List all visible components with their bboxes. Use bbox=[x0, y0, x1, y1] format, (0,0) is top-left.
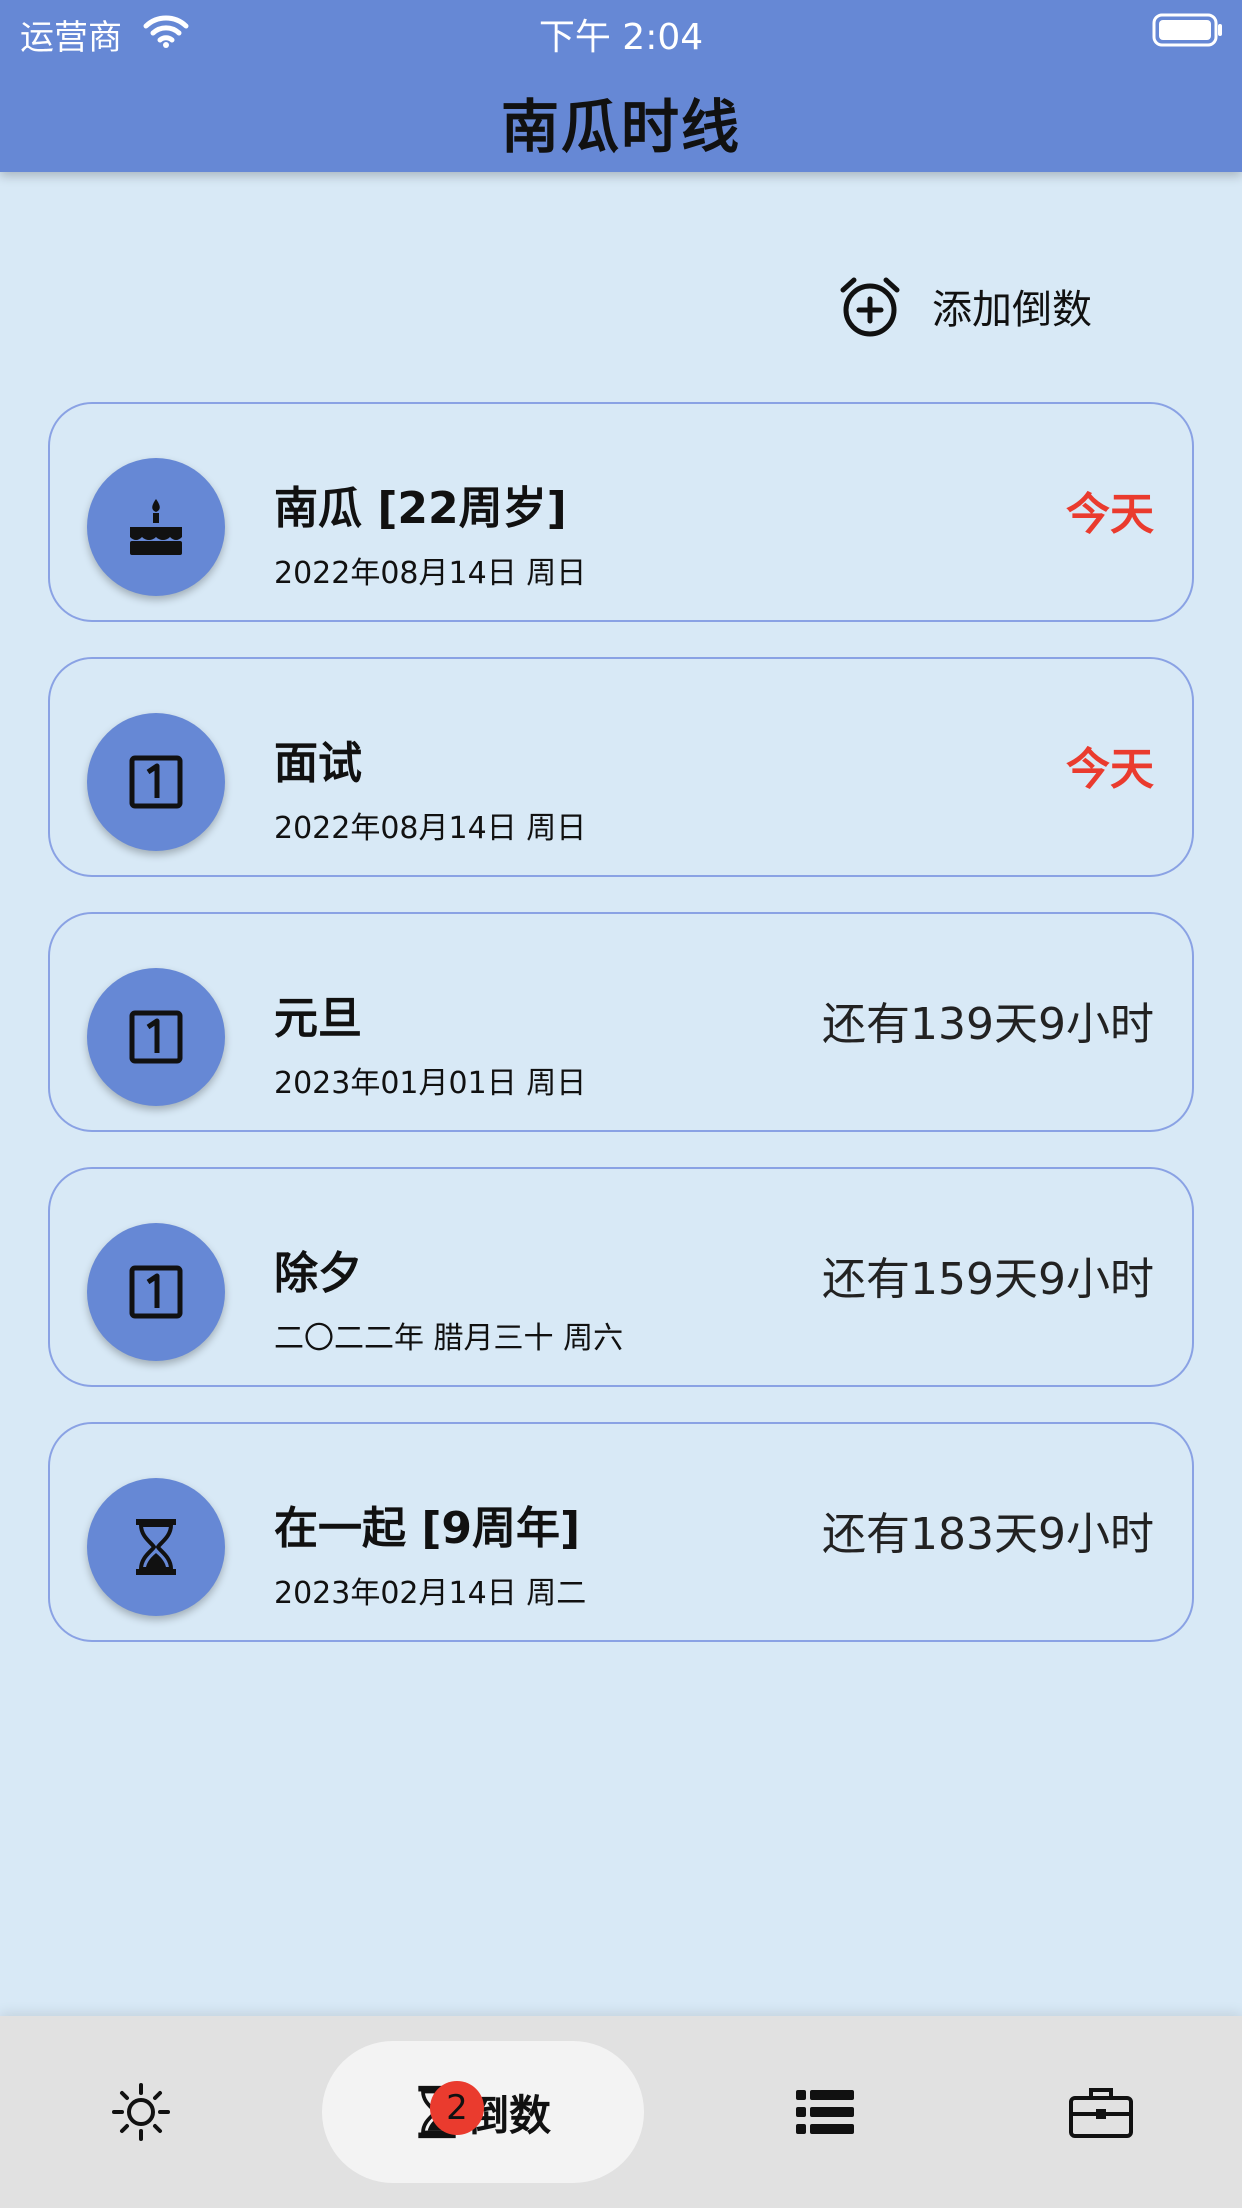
event-title: 南瓜 [22周岁] bbox=[274, 483, 567, 534]
calendar-one-icon bbox=[129, 755, 183, 809]
event-title: 元旦 bbox=[274, 993, 362, 1044]
event-avatar bbox=[87, 1478, 225, 1616]
event-avatar bbox=[87, 713, 225, 851]
event-card[interactable]: 面试 2022年08月14日 周日 今天 bbox=[48, 657, 1194, 877]
event-title: 在一起 [9周年] bbox=[274, 1503, 581, 1554]
event-date: 2023年02月14日 周二 bbox=[274, 1576, 587, 1611]
event-card[interactable]: 南瓜 [22周岁] 2022年08月14日 周日 今天 bbox=[48, 402, 1194, 622]
event-avatar bbox=[87, 1223, 225, 1361]
event-status: 还有139天9小时 bbox=[822, 999, 1154, 1050]
tab-sun[interactable] bbox=[40, 2041, 242, 2183]
bottom-tab-bar: 倒数 2 bbox=[0, 2016, 1242, 2208]
battery-icon bbox=[1152, 13, 1222, 47]
event-status: 还有159天9小时 bbox=[822, 1254, 1154, 1305]
event-card[interactable]: 除夕 二〇二二年 腊月三十 周六 还有159天9小时 bbox=[48, 1167, 1194, 1387]
event-status: 还有183天9小时 bbox=[822, 1509, 1154, 1560]
cake-icon bbox=[130, 499, 182, 555]
event-title: 面试 bbox=[274, 738, 362, 789]
calendar-one-icon bbox=[129, 1265, 183, 1319]
event-avatar bbox=[87, 458, 225, 596]
app-header: 运营商 下午 2:04 南瓜时线 bbox=[0, 0, 1242, 172]
alarm-add-icon bbox=[840, 277, 900, 337]
event-avatar bbox=[87, 968, 225, 1106]
add-countdown-label: 添加倒数 bbox=[932, 287, 1092, 333]
list-icon bbox=[796, 2090, 854, 2134]
event-status: 今天 bbox=[1066, 744, 1154, 795]
event-card[interactable]: 在一起 [9周年] 2023年02月14日 周二 还有183天9小时 bbox=[48, 1422, 1194, 1642]
tab-countdown[interactable]: 倒数 2 bbox=[322, 2041, 644, 2183]
hourglass-icon bbox=[136, 1519, 176, 1575]
event-card[interactable]: 元旦 2023年01月01日 周日 还有139天9小时 bbox=[48, 912, 1194, 1132]
event-date: 2022年08月14日 周日 bbox=[274, 811, 587, 846]
status-bar: 运营商 下午 2:04 bbox=[0, 0, 1242, 60]
event-date: 2023年01月01日 周日 bbox=[274, 1066, 587, 1101]
tab-tools[interactable] bbox=[1000, 2041, 1202, 2183]
add-countdown-button[interactable]: 添加倒数 bbox=[838, 270, 1092, 342]
event-status: 今天 bbox=[1066, 489, 1154, 540]
tab-list[interactable] bbox=[724, 2041, 926, 2183]
status-time: 下午 2:04 bbox=[538, 17, 704, 58]
calendar-one-icon bbox=[129, 1010, 183, 1064]
notification-badge: 2 bbox=[430, 2081, 484, 2135]
event-date: 二〇二二年 腊月三十 周六 bbox=[274, 1321, 624, 1356]
briefcase-icon bbox=[1069, 2088, 1133, 2138]
event-date: 2022年08月14日 周日 bbox=[274, 556, 587, 591]
event-title: 除夕 bbox=[274, 1248, 362, 1299]
sun-icon bbox=[112, 2083, 170, 2141]
page-title: 南瓜时线 bbox=[500, 93, 741, 161]
